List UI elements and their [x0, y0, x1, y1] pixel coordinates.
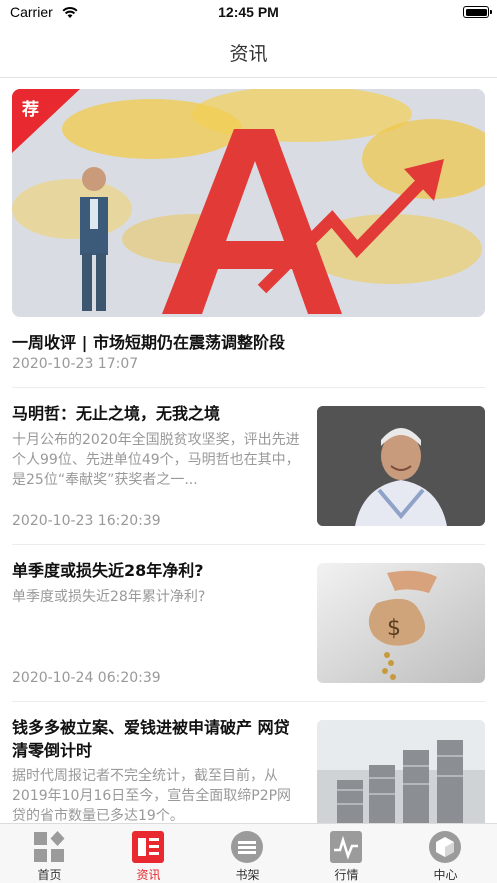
- tab-news[interactable]: 资讯: [99, 824, 198, 883]
- article-thumbnail: [317, 406, 485, 526]
- article-summary: 单季度或损失近28年累计净利?: [12, 589, 206, 605]
- featured-title[interactable]: 一周收评 | 市场短期仍在震荡调整阶段: [12, 329, 285, 353]
- article-title: 单季度或损失近28年净利?: [12, 561, 204, 580]
- clock: 12:45 PM: [218, 4, 279, 20]
- article-thumbnail: $: [317, 563, 485, 683]
- battery-icon: [463, 6, 492, 18]
- list-item[interactable]: 单季度或损失近28年净利? 单季度或损失近28年累计净利? 2020-10-24…: [0, 545, 497, 701]
- tab-center-label: 中心: [433, 868, 458, 882]
- article-title: 钱多多被立案、爱钱进被申请破产 网贷清零倒计时: [12, 718, 290, 760]
- tab-market[interactable]: 行情: [297, 824, 396, 883]
- tab-bookshelf[interactable]: 书架: [198, 824, 297, 883]
- svg-text:$: $: [387, 616, 401, 641]
- stock-rise-illustration: [12, 89, 485, 317]
- article-time: 2020-10-23 16:20:39: [12, 513, 161, 529]
- navigation-bar: 资讯: [0, 26, 497, 78]
- list-item[interactable]: 马明哲：无止之境，无我之境 十月公布的2020年全国脱贫攻坚奖，评出先进个人99…: [0, 388, 497, 544]
- tab-bookshelf-label: 书架: [235, 868, 260, 882]
- featured-image[interactable]: 荐: [12, 89, 485, 317]
- status-bar: Carrier 12:45 PM: [0, 0, 497, 26]
- featured-time: 2020-10-23 17:07: [12, 356, 139, 372]
- user-center-icon: [429, 831, 461, 863]
- home-grid-icon: [34, 831, 65, 862]
- news-feed[interactable]: 荐 一周收评 | 市场短期仍在震荡调整阶段 2020-10-23 17:07 马…: [0, 79, 497, 823]
- article-thumbnail: [317, 720, 485, 823]
- news-icon: [132, 831, 164, 863]
- tab-center[interactable]: 中心: [396, 824, 495, 883]
- tab-market-label: 行情: [334, 868, 359, 882]
- tab-home[interactable]: 首页: [0, 824, 99, 883]
- tab-news-label: 资讯: [136, 868, 161, 882]
- article-title: 马明哲：无止之境，无我之境: [12, 404, 221, 423]
- page-title: 资讯: [229, 43, 268, 65]
- market-chart-icon: [330, 831, 362, 863]
- recommend-badge-label: 荐: [22, 100, 39, 120]
- list-item[interactable]: 钱多多被立案、爱钱进被申请破产 网贷清零倒计时 据时代周报记者不完全统计，截至目…: [0, 702, 497, 823]
- article-time: 2020-10-24 06:20:39: [12, 670, 161, 686]
- tab-home-label: 首页: [37, 868, 62, 882]
- tab-bar: 首页 资讯 书架 行情 中心: [0, 823, 497, 883]
- article-summary: 据时代周报记者不完全统计，截至目前，从2019年10月16日至今，宣告全面取缔P…: [12, 768, 292, 823]
- article-summary: 十月公布的2020年全国脱贫攻坚奖，评出先进个人99位、先进单位49个，马明哲也…: [12, 432, 300, 488]
- bookshelf-icon: [231, 831, 263, 863]
